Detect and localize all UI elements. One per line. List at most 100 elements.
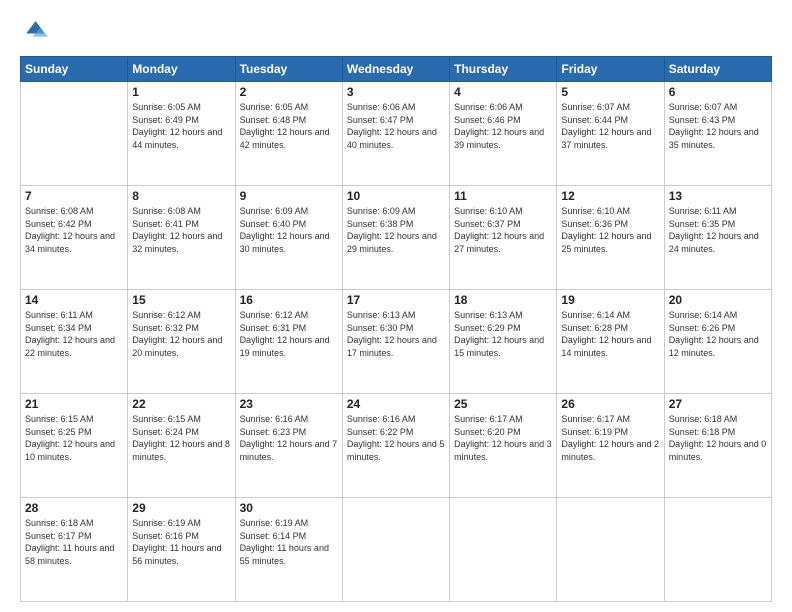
day-number: 10: [347, 189, 445, 203]
day-number: 22: [132, 397, 230, 411]
calendar-cell: 21Sunrise: 6:15 AMSunset: 6:25 PMDayligh…: [21, 394, 128, 498]
day-number: 26: [561, 397, 659, 411]
calendar-week-row: 28 Sunrise: 6:18 AMSunset: 6:17 PMDayligh…: [21, 498, 772, 602]
day-number: 29: [132, 501, 230, 515]
calendar-cell: 29 Sunrise: 6:19 AMSunset: 6:16 PMDayligh…: [128, 498, 235, 602]
logo: [20, 18, 52, 46]
day-number: 5: [561, 85, 659, 99]
calendar-cell: 14 Sunrise: 6:11 AMSunset: 6:34 PMDayligh…: [21, 290, 128, 394]
day-number: 6: [669, 85, 767, 99]
day-number: 23: [240, 397, 338, 411]
calendar-cell: 5 Sunrise: 6:07 AMSunset: 6:44 PMDaylight…: [557, 82, 664, 186]
header: [20, 18, 772, 46]
day-info: Sunrise: 6:13 AMSunset: 6:29 PMDaylight:…: [454, 309, 552, 359]
day-number: 30: [240, 501, 338, 515]
day-info: Sunrise: 6:13 AMSunset: 6:30 PMDaylight:…: [347, 309, 445, 359]
day-info: Sunrise: 6:07 AMSunset: 6:44 PMDaylight:…: [561, 101, 659, 151]
calendar-cell: 28 Sunrise: 6:18 AMSunset: 6:17 PMDayligh…: [21, 498, 128, 602]
calendar-cell: 9Sunrise: 6:09 AMSunset: 6:40 PMDaylight…: [235, 186, 342, 290]
day-number: 19: [561, 293, 659, 307]
calendar-week-row: 21Sunrise: 6:15 AMSunset: 6:25 PMDayligh…: [21, 394, 772, 498]
calendar-table: SundayMondayTuesdayWednesdayThursdayFrid…: [20, 56, 772, 602]
calendar-cell: 2Sunrise: 6:05 AMSunset: 6:48 PMDaylight…: [235, 82, 342, 186]
calendar-cell: 26 Sunrise: 6:17 AMSunset: 6:19 PMDayligh…: [557, 394, 664, 498]
day-info: Sunrise: 6:18 AMSunset: 6:17 PMDaylight:…: [25, 517, 123, 567]
day-info: Sunrise: 6:12 AMSunset: 6:31 PMDaylight:…: [240, 309, 338, 359]
day-number: 20: [669, 293, 767, 307]
day-number: 4: [454, 85, 552, 99]
calendar-cell: 18 Sunrise: 6:13 AMSunset: 6:29 PMDayligh…: [450, 290, 557, 394]
day-number: 18: [454, 293, 552, 307]
day-number: 11: [454, 189, 552, 203]
day-number: 15: [132, 293, 230, 307]
day-info: Sunrise: 6:10 AMSunset: 6:36 PMDaylight:…: [561, 205, 659, 255]
calendar-cell: 19 Sunrise: 6:14 AMSunset: 6:28 PMDayligh…: [557, 290, 664, 394]
calendar-week-row: 7 Sunrise: 6:08 AMSunset: 6:42 PMDaylight…: [21, 186, 772, 290]
day-number: 14: [25, 293, 123, 307]
day-number: 12: [561, 189, 659, 203]
day-info: Sunrise: 6:11 AMSunset: 6:34 PMDaylight:…: [25, 309, 123, 359]
calendar-cell: [21, 82, 128, 186]
calendar-cell: 13 Sunrise: 6:11 AMSunset: 6:35 PMDayligh…: [664, 186, 771, 290]
calendar-week-row: 14 Sunrise: 6:11 AMSunset: 6:34 PMDayligh…: [21, 290, 772, 394]
calendar-cell: 12 Sunrise: 6:10 AMSunset: 6:36 PMDayligh…: [557, 186, 664, 290]
col-header-monday: Monday: [128, 57, 235, 82]
day-info: Sunrise: 6:11 AMSunset: 6:35 PMDaylight:…: [669, 205, 767, 255]
day-number: 13: [669, 189, 767, 203]
calendar-week-row: 1Sunrise: 6:05 AMSunset: 6:49 PMDaylight…: [21, 82, 772, 186]
day-number: 1: [132, 85, 230, 99]
calendar-cell: [342, 498, 449, 602]
calendar-cell: 27Sunrise: 6:18 AMSunset: 6:18 PMDayligh…: [664, 394, 771, 498]
calendar-cell: 23 Sunrise: 6:16 AMSunset: 6:23 PMDayligh…: [235, 394, 342, 498]
calendar-cell: 4 Sunrise: 6:06 AMSunset: 6:46 PMDaylight…: [450, 82, 557, 186]
day-info: Sunrise: 6:18 AMSunset: 6:18 PMDaylight:…: [669, 413, 767, 463]
calendar-cell: 24Sunrise: 6:16 AMSunset: 6:22 PMDayligh…: [342, 394, 449, 498]
day-number: 28: [25, 501, 123, 515]
calendar-cell: [557, 498, 664, 602]
day-info: Sunrise: 6:06 AMSunset: 6:46 PMDaylight:…: [454, 101, 552, 151]
day-info: Sunrise: 6:16 AMSunset: 6:22 PMDaylight:…: [347, 413, 445, 463]
calendar-cell: 11 Sunrise: 6:10 AMSunset: 6:37 PMDayligh…: [450, 186, 557, 290]
logo-icon: [20, 18, 48, 46]
day-info: Sunrise: 6:15 AMSunset: 6:24 PMDaylight:…: [132, 413, 230, 463]
day-number: 8: [132, 189, 230, 203]
day-info: Sunrise: 6:14 AMSunset: 6:28 PMDaylight:…: [561, 309, 659, 359]
day-number: 17: [347, 293, 445, 307]
calendar-cell: 22 Sunrise: 6:15 AMSunset: 6:24 PMDayligh…: [128, 394, 235, 498]
calendar-cell: 17 Sunrise: 6:13 AMSunset: 6:30 PMDayligh…: [342, 290, 449, 394]
day-info: Sunrise: 6:10 AMSunset: 6:37 PMDaylight:…: [454, 205, 552, 255]
day-info: Sunrise: 6:16 AMSunset: 6:23 PMDaylight:…: [240, 413, 338, 463]
calendar-cell: 15 Sunrise: 6:12 AMSunset: 6:32 PMDayligh…: [128, 290, 235, 394]
day-number: 2: [240, 85, 338, 99]
day-info: Sunrise: 6:14 AMSunset: 6:26 PMDaylight:…: [669, 309, 767, 359]
day-number: 9: [240, 189, 338, 203]
day-info: Sunrise: 6:15 AMSunset: 6:25 PMDaylight:…: [25, 413, 123, 463]
col-header-tuesday: Tuesday: [235, 57, 342, 82]
day-info: Sunrise: 6:19 AMSunset: 6:16 PMDaylight:…: [132, 517, 230, 567]
col-header-friday: Friday: [557, 57, 664, 82]
calendar-cell: 30 Sunrise: 6:19 AMSunset: 6:14 PMDayligh…: [235, 498, 342, 602]
calendar-cell: 8Sunrise: 6:08 AMSunset: 6:41 PMDaylight…: [128, 186, 235, 290]
calendar-cell: [664, 498, 771, 602]
day-number: 16: [240, 293, 338, 307]
day-number: 7: [25, 189, 123, 203]
calendar-header-row: SundayMondayTuesdayWednesdayThursdayFrid…: [21, 57, 772, 82]
day-info: Sunrise: 6:12 AMSunset: 6:32 PMDaylight:…: [132, 309, 230, 359]
calendar-cell: 20 Sunrise: 6:14 AMSunset: 6:26 PMDayligh…: [664, 290, 771, 394]
calendar-cell: 16 Sunrise: 6:12 AMSunset: 6:31 PMDayligh…: [235, 290, 342, 394]
day-info: Sunrise: 6:17 AMSunset: 6:20 PMDaylight:…: [454, 413, 552, 463]
day-info: Sunrise: 6:09 AMSunset: 6:38 PMDaylight:…: [347, 205, 445, 255]
day-info: Sunrise: 6:07 AMSunset: 6:43 PMDaylight:…: [669, 101, 767, 151]
calendar-cell: 1Sunrise: 6:05 AMSunset: 6:49 PMDaylight…: [128, 82, 235, 186]
col-header-sunday: Sunday: [21, 57, 128, 82]
day-info: Sunrise: 6:17 AMSunset: 6:19 PMDaylight:…: [561, 413, 659, 463]
page: SundayMondayTuesdayWednesdayThursdayFrid…: [0, 0, 792, 612]
calendar-cell: 3 Sunrise: 6:06 AMSunset: 6:47 PMDaylight…: [342, 82, 449, 186]
day-info: Sunrise: 6:06 AMSunset: 6:47 PMDaylight:…: [347, 101, 445, 151]
calendar-cell: [450, 498, 557, 602]
col-header-thursday: Thursday: [450, 57, 557, 82]
day-number: 3: [347, 85, 445, 99]
day-info: Sunrise: 6:19 AMSunset: 6:14 PMDaylight:…: [240, 517, 338, 567]
calendar-cell: 25Sunrise: 6:17 AMSunset: 6:20 PMDayligh…: [450, 394, 557, 498]
day-info: Sunrise: 6:08 AMSunset: 6:42 PMDaylight:…: [25, 205, 123, 255]
